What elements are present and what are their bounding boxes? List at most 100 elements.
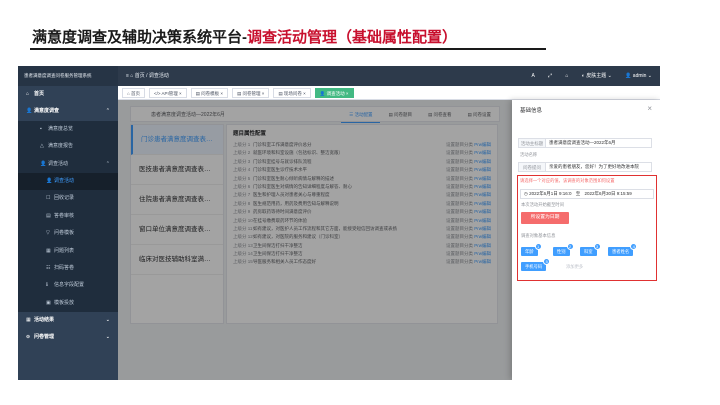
attribute-chip-badge: 1 bbox=[534, 243, 542, 250]
sidebar-item-icon: △ bbox=[40, 143, 44, 150]
attribute-chip[interactable]: 年龄 1 bbox=[521, 243, 542, 256]
sidebar-item[interactable]: ▣ 模板投放 bbox=[18, 294, 118, 313]
sidebar-item[interactable]: ▦ 活动结果 ⌄ bbox=[18, 312, 118, 329]
sidebar-item[interactable]: ▪ 满意度总览 bbox=[18, 120, 118, 139]
activity-title-field: 活动主标题 患者满意度调查活动—2022年6月 bbox=[518, 138, 654, 148]
breadcrumb[interactable]: ≡ ⌂ 首页 / 调查活动 bbox=[126, 66, 169, 86]
sidebar-item-label: 满意度总览 bbox=[48, 125, 74, 132]
set-date-button[interactable]: 所设置为日期 bbox=[521, 212, 569, 224]
intro-field: 问卷提问 亲爱的患者朋友，您好！为了更好地改进本院 bbox=[518, 162, 654, 172]
sidebar-item-label: 问卷模板 bbox=[54, 230, 75, 237]
sidebar-item[interactable]: ⊙ 问卷管理 ⌄ bbox=[18, 329, 118, 346]
tag-tab[interactable]: </> API管理 × bbox=[148, 88, 187, 98]
date-separator: 至 bbox=[575, 191, 581, 196]
navbar-right: A ⤢ ⌂ ◐ 皮肤主题 ⌄ 👤 admin ⌄ bbox=[520, 66, 652, 86]
attribute-chip[interactable]: 性别 2 bbox=[553, 243, 574, 256]
sidebar-item-label: 调查活动 bbox=[48, 160, 69, 167]
sidebar-item[interactable]: ▽ 问卷模板 bbox=[18, 225, 118, 243]
intro-input[interactable]: 亲爱的患者朋友，您好！为了更好地改进本院 bbox=[546, 162, 652, 172]
sidebar-item[interactable]: △ 满意度报告 bbox=[18, 138, 118, 156]
fullscreen-icon[interactable]: ⤢ bbox=[548, 73, 552, 79]
tag-tab[interactable]: ▤ 问卷管理 × bbox=[232, 88, 270, 98]
top-navbar: 患者满意度调查问卷服务管理系统 ≡ ⌂ 首页 / 调查活动 A ⤢ ⌂ ◐ 皮肤… bbox=[18, 66, 660, 86]
sidebar-item-label: 答卷审核 bbox=[54, 212, 75, 219]
home-icon[interactable]: ⌂ bbox=[565, 73, 568, 79]
drawer-title: 基础信息 bbox=[520, 108, 543, 114]
intro-label: 问卷提问 bbox=[518, 162, 546, 172]
activity-name-label: 活动名称 bbox=[520, 152, 538, 157]
chevron-icon: ⌃ bbox=[105, 108, 110, 115]
sidebar-item-label: 活动结果 bbox=[34, 317, 55, 324]
sidebar-item-icon: ▣ bbox=[46, 299, 51, 306]
sidebar-item-icon: ⌂ bbox=[26, 91, 30, 97]
activity-title-input[interactable]: 患者满意度调查活动—2022年6月 bbox=[546, 138, 652, 148]
attribute-chip-badge: 3 bbox=[593, 243, 601, 250]
title-underline bbox=[30, 48, 546, 50]
sidebar-item-icon: ▽ bbox=[46, 230, 50, 237]
sidebar-item[interactable]: ▤ 答卷审核 bbox=[18, 207, 118, 226]
activity-title-label: 活动主标题 bbox=[518, 138, 546, 148]
sidebar-item[interactable]: ☐ 回收记录 bbox=[18, 190, 118, 208]
tag-tab[interactable]: ⌂ 首页 bbox=[122, 88, 145, 98]
sidebar: ⌂ 首页 👤 满意度调查 ⌃ ▪ 满意度总览 △ 满意度报告 👤 调查活动 ⌃ 👤 调查活动 ☐ 回收记录 ▤ 答… bbox=[18, 86, 118, 380]
add-more-link[interactable]: 添加更多 bbox=[566, 264, 583, 270]
sidebar-item-label: 回收记录 bbox=[54, 195, 75, 202]
attribute-chip-badge: 2 bbox=[566, 243, 574, 250]
sidebar-item-label: 调查活动 bbox=[54, 177, 75, 184]
sidebar-item-icon: ▤ bbox=[46, 212, 51, 219]
drawer-mask[interactable] bbox=[118, 100, 512, 380]
chevron-icon: ⌄ bbox=[105, 334, 110, 341]
basic-info-drawer: 基础信息 × 活动主标题 患者满意度调查活动—2022年6月 活动名称 问卷提问亲… bbox=[512, 100, 660, 380]
title-main-text: 满意度调查及辅助决策系统平台- bbox=[32, 29, 247, 46]
range-hint: 请选择一个对应的值，该调查的对象范围如何设置 bbox=[520, 178, 615, 183]
sidebar-item-label: 扫码答卷 bbox=[54, 264, 75, 271]
attribute-chip-label: 手机号码 bbox=[525, 264, 543, 269]
sidebar-item-label: 问卷管理 bbox=[34, 334, 55, 341]
sidebar-item-icon: 👤 bbox=[40, 160, 47, 167]
close-icon[interactable]: × bbox=[647, 104, 652, 113]
chevron-icon: ⌄ bbox=[105, 317, 110, 324]
attribute-chip-label: 性别 bbox=[557, 249, 566, 254]
attribute-chip-badge: 4 bbox=[630, 243, 638, 250]
attribute-chip[interactable]: 患者姓名 4 bbox=[608, 243, 638, 256]
sidebar-item[interactable]: ℹ 信息字段配置 bbox=[18, 277, 118, 295]
attribute-chip-label: 年龄 bbox=[525, 249, 534, 254]
attribute-chip-label: 科室 bbox=[584, 249, 593, 254]
sidebar-item-label: 满意度报告 bbox=[48, 143, 74, 150]
attribute-chip-label: 患者姓名 bbox=[612, 249, 630, 254]
highlight-box: 请选择一个对应的值，该调查的对象范围如何设置 ◷ 2022年6月1日 9:16:… bbox=[517, 175, 657, 281]
app-brand: 患者满意度调查问卷服务管理系统 bbox=[18, 66, 118, 86]
sidebar-item-icon: ⊙ bbox=[26, 334, 31, 341]
sidebar-item-icon: 👤 bbox=[26, 108, 33, 115]
tags-view: ⌂ 首页 </> API管理 × ▤ 问卷模板 × ▤ 问卷管理 × ▤ 现场问卷 × 👤… bbox=[118, 86, 660, 100]
sidebar-item[interactable]: 👤 满意度调查 ⌃ bbox=[18, 103, 118, 120]
font-size-icon[interactable]: A bbox=[532, 73, 535, 79]
date-range-picker[interactable]: ◷ 2022年6月1日 9:16:0 至 2022年6月30日 9:15:59 bbox=[520, 189, 654, 199]
sidebar-item-label: 首页 bbox=[34, 91, 45, 97]
sidebar-item-icon: ▦ bbox=[46, 247, 51, 254]
sidebar-item-icon: ☐ bbox=[46, 195, 51, 202]
user-menu[interactable]: 👤 admin ⌄ bbox=[625, 73, 652, 79]
skin-theme-menu[interactable]: ◐ 皮肤主题 ⌄ bbox=[582, 73, 612, 79]
sidebar-item[interactable]: ▦ 问题列表 bbox=[18, 242, 118, 260]
sidebar-item-label: 问题列表 bbox=[54, 247, 75, 254]
date-start: ◷ 2022年6月1日 9:16:0 bbox=[524, 191, 572, 196]
sidebar-item[interactable]: 👤 调查活动 ⌃ bbox=[18, 155, 118, 173]
valid-time-label: 本次活动开始截至时间 bbox=[521, 202, 564, 207]
tag-tab[interactable]: ▤ 现场问卷 × bbox=[273, 88, 311, 98]
sidebar-item-icon: ▪ bbox=[40, 125, 42, 132]
app-screenshot: 患者满意度调查问卷服务管理系统 ≡ ⌂ 首页 / 调查活动 A ⤢ ⌂ ◐ 皮肤… bbox=[18, 66, 660, 380]
sidebar-item-icon: ℹ bbox=[46, 282, 48, 289]
title-highlight-text: 调查活动管理（基础属性配置） bbox=[247, 29, 458, 46]
tag-tab[interactable]: 👤 调查活动 × bbox=[314, 88, 354, 98]
sidebar-item-label: 模板投放 bbox=[54, 299, 75, 306]
sidebar-item-icon: ☷ bbox=[46, 264, 51, 271]
chevron-icon: ⌃ bbox=[105, 160, 110, 167]
sidebar-item[interactable]: ⌂ 首页 bbox=[18, 86, 118, 103]
attribute-chip[interactable]: 科室 3 bbox=[580, 243, 601, 256]
sidebar-item[interactable]: ☷ 扫码答卷 bbox=[18, 259, 118, 278]
sidebar-item-label: 满意度调查 bbox=[34, 108, 60, 115]
tag-tab[interactable]: ▤ 问卷模板 × bbox=[190, 88, 228, 98]
sidebar-item[interactable]: 👤 调查活动 bbox=[18, 172, 118, 191]
attribute-chip[interactable]: 手机号码 5 bbox=[521, 258, 551, 271]
